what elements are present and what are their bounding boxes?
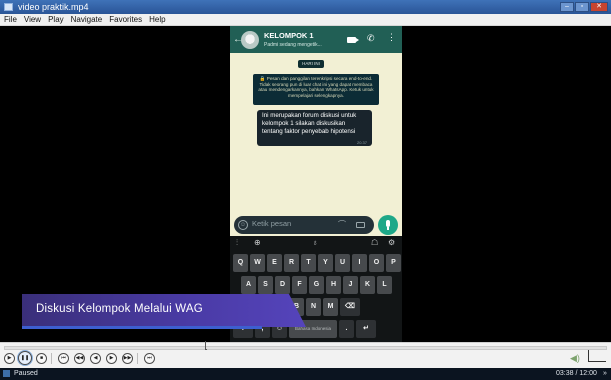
key-e: E <box>267 254 282 272</box>
date-chip: HARI INI <box>298 60 324 68</box>
chat-name: KELOMPOK 1 <box>264 31 314 40</box>
frame-forward-icon[interactable]: ▶ <box>106 353 117 364</box>
key-o: O <box>369 254 384 272</box>
play-icon[interactable]: ▶ <box>4 353 15 364</box>
lower-third-caption: Diskusi Kelompok Melalui WAG <box>22 294 306 327</box>
key-n: N <box>306 298 321 316</box>
menu-play[interactable]: Play <box>48 14 64 25</box>
message-input-row: ☺ Ketik pesan ⌒ <box>230 214 402 236</box>
minimize-icon[interactable]: ‒ <box>560 2 574 12</box>
backspace-key: ⌫ <box>340 298 360 316</box>
key-g: G <box>309 276 324 294</box>
skip-back-icon[interactable]: ⏮ <box>58 353 69 364</box>
key-t: T <box>301 254 316 272</box>
globe-icon: ⊕ <box>254 238 261 247</box>
caption-text: Diskusi Kelompok Melalui WAG <box>36 303 203 315</box>
keyboard-row-1: QWERTYUIOP <box>233 254 401 272</box>
key-y: Y <box>318 254 333 272</box>
group-avatar <box>241 31 259 49</box>
key-s: S <box>258 276 273 294</box>
emoji-icon: ☺ <box>238 220 248 230</box>
close-icon[interactable]: ✕ <box>590 2 608 12</box>
separator <box>51 353 52 364</box>
settings-icon: ⚙ <box>388 238 396 247</box>
message-bubble: Ini merupakan forum diskusi untuk kelomp… <box>257 110 372 146</box>
status-bar: Paused 03:38 / 12:00 » <box>0 368 611 380</box>
next-arrow-icon[interactable]: » <box>603 368 607 380</box>
key-w: W <box>250 254 265 272</box>
menu-navigate[interactable]: Navigate <box>71 14 103 25</box>
key-u: U <box>335 254 350 272</box>
keyboard-toolbar: ⫶ ⊕ ♁ ☖ ⚙ <box>230 236 402 250</box>
period-key: . <box>339 320 354 338</box>
frame-back-icon[interactable]: ◀ <box>90 353 101 364</box>
key-a: A <box>241 276 256 294</box>
key-m: M <box>323 298 338 316</box>
seek-bar[interactable] <box>4 341 607 350</box>
keyboard-row-2: ASDFGHJKL <box>241 276 392 294</box>
mic-small-icon: ♁ <box>312 238 318 247</box>
more-options-icon: ⋮ <box>387 32 396 42</box>
speaker-icon[interactable]: ◀) <box>570 353 580 364</box>
chat-header: ← KELOMPOK 1 Padmi sedang mengetik... ✆ … <box>230 26 402 53</box>
caption-accent-bar <box>22 326 262 329</box>
menu-help[interactable]: Help <box>149 14 165 25</box>
menu-favorites[interactable]: Favorites <box>109 14 142 25</box>
key-i: I <box>352 254 367 272</box>
maximize-icon[interactable]: ▫ <box>575 2 589 12</box>
playback-time: 03:38 / 12:00 <box>556 370 597 377</box>
key-d: D <box>275 276 290 294</box>
message-input: ☺ Ketik pesan ⌒ <box>234 216 374 234</box>
enter-key: ↵ <box>356 320 376 338</box>
key-f: F <box>292 276 307 294</box>
separator <box>137 353 138 364</box>
paused-state-icon <box>3 370 10 377</box>
key-k: K <box>360 276 375 294</box>
message-placeholder: Ketik pesan <box>252 219 292 228</box>
phone-call-icon: ✆ <box>367 33 375 43</box>
chat-status: Padmi sedang mengetik... <box>264 42 322 48</box>
gif-icon: ☖ <box>371 238 379 247</box>
media-player-app-icon <box>4 3 13 11</box>
pause-icon[interactable]: ❚❚ <box>18 351 32 365</box>
encryption-notice: 🔒 Pesan dan panggilan terenkripsi secara… <box>253 74 379 105</box>
seek-thumb[interactable] <box>205 341 207 350</box>
attach-icon: ⌒ <box>338 220 346 229</box>
message-text: Ini merupakan forum diskusi untuk kelomp… <box>262 112 357 135</box>
menu-view[interactable]: View <box>24 14 41 25</box>
key-q: Q <box>233 254 248 272</box>
playback-state: Paused <box>14 370 38 377</box>
volume-slider[interactable] <box>588 350 606 362</box>
video-viewport[interactable]: ← KELOMPOK 1 Padmi sedang mengetik... ✆ … <box>0 26 611 342</box>
player-controls: ▶ ❚❚ ■ ⏮ ◀◀ ◀ ▶ ▶▶ ⏭ ◀) <box>0 341 611 368</box>
key-j: J <box>343 276 358 294</box>
window-controls: ‒ ▫ ✕ <box>560 2 608 12</box>
camera-icon <box>356 222 365 228</box>
key-p: P <box>386 254 401 272</box>
message-time: 20.37 <box>356 140 367 145</box>
rewind-icon[interactable]: ◀◀ <box>74 353 85 364</box>
menu-bar: File View Play Navigate Favorites Help <box>0 14 611 26</box>
key-h: H <box>326 276 341 294</box>
skip-forward-icon[interactable]: ⏭ <box>144 353 155 364</box>
key-l: L <box>377 276 392 294</box>
key-r: R <box>284 254 299 272</box>
fast-forward-icon[interactable]: ▶▶ <box>122 353 133 364</box>
menu-file[interactable]: File <box>4 14 17 25</box>
chat-body: HARI INI 🔒 Pesan dan panggilan terenkrip… <box>230 53 402 214</box>
window-title: video praktik.mp4 <box>18 2 89 12</box>
video-call-icon <box>347 37 359 43</box>
title-bar: video praktik.mp4 ‒ ▫ ✕ <box>0 0 611 14</box>
stop-icon[interactable]: ■ <box>36 353 47 364</box>
mic-icon <box>378 215 398 235</box>
cursor-icon: ⫶ <box>236 238 238 247</box>
